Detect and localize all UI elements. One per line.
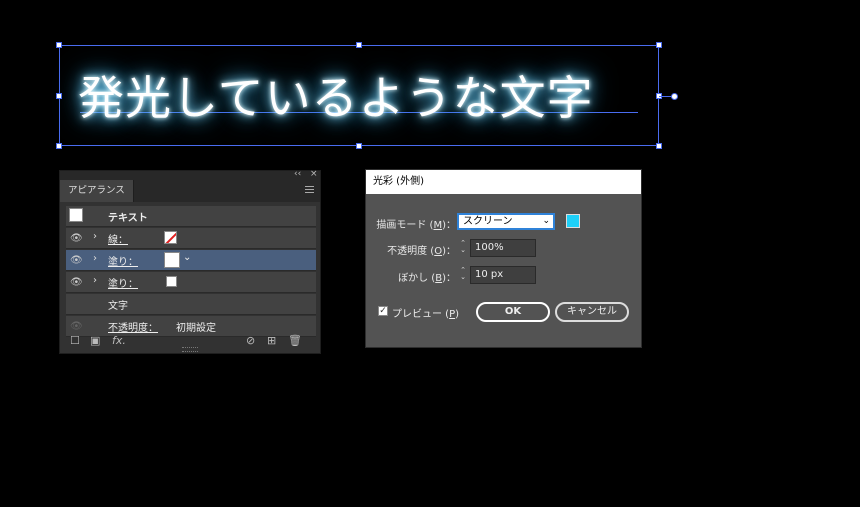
object-thumbnail bbox=[69, 208, 83, 222]
appearance-list: テキスト 👁 › 線： 👁 › 塗り： ⌄ 👁 › 塗り： 文字 👁 不透明度： bbox=[66, 206, 316, 338]
expand-arrow-icon[interactable]: › bbox=[93, 253, 97, 264]
appearance-row-fill-selected[interactable]: 👁 › 塗り： ⌄ bbox=[66, 250, 316, 271]
preview-checkbox[interactable]: ✓ bbox=[378, 306, 388, 316]
appearance-row-stroke[interactable]: 👁 › 線： bbox=[66, 228, 316, 249]
selection-handle-top-right[interactable] bbox=[656, 42, 662, 48]
fill-white-swatch[interactable] bbox=[166, 276, 177, 287]
characters-label: 文字 bbox=[108, 301, 128, 312]
panel-footer: ☐ ▣ fx. ⊘ ⊞ 🗑 bbox=[60, 329, 320, 353]
blend-mode-select[interactable]: スクリーン ⌄ bbox=[457, 213, 555, 230]
chevron-down-icon: ⌄ bbox=[542, 216, 550, 226]
opacity-label: 不透明度 (O)： bbox=[387, 246, 456, 257]
panel-menu-icon[interactable] bbox=[305, 186, 314, 195]
outer-glow-dialog: 光彩 (外側) 描画モード (M)： スクリーン ⌄ 不透明度 (O)： ⌃ ⌄ … bbox=[365, 169, 642, 348]
selection-handle-top-center[interactable] bbox=[356, 42, 362, 48]
cancel-button[interactable]: キャンセル bbox=[555, 302, 629, 322]
blur-label: ぼかし (B)： bbox=[398, 273, 456, 284]
object-label: テキスト bbox=[108, 213, 148, 224]
collapse-icon[interactable]: ‹‹ bbox=[294, 169, 301, 179]
tab-appearance[interactable]: アピアランス bbox=[60, 180, 134, 202]
opacity-stepper-icon[interactable]: ⌃ ⌄ bbox=[458, 240, 468, 257]
panel-header: ‹‹ × bbox=[60, 169, 320, 180]
expand-arrow-icon[interactable]: › bbox=[93, 275, 97, 286]
visibility-eye-icon[interactable]: 👁 bbox=[70, 277, 83, 288]
fill-label[interactable]: 塗り： bbox=[108, 253, 138, 268]
stroke-label[interactable]: 線： bbox=[108, 231, 128, 246]
dialog-title: 光彩 (外側) bbox=[366, 170, 641, 194]
resize-grip-icon[interactable] bbox=[182, 347, 198, 352]
expand-arrow-icon[interactable]: › bbox=[93, 231, 97, 242]
duplicate-item-icon[interactable]: ⊞ bbox=[267, 335, 276, 346]
selection-handle-bottom-left[interactable] bbox=[56, 143, 62, 149]
visibility-eye-icon[interactable]: 👁 bbox=[70, 255, 83, 266]
fx-icon[interactable]: fx. bbox=[112, 335, 126, 346]
stroke-none-swatch[interactable] bbox=[164, 231, 177, 244]
delete-icon[interactable]: 🗑 bbox=[288, 335, 302, 346]
blur-stepper-icon[interactable]: ⌃ ⌄ bbox=[458, 267, 468, 284]
fill-white-swatch[interactable] bbox=[164, 252, 180, 268]
appearance-panel: ‹‹ × アピアランス テキスト 👁 › 線： 👁 › 塗り： ⌄ 👁 › 塗り… bbox=[59, 169, 321, 354]
glow-color-swatch[interactable] bbox=[566, 214, 580, 228]
blur-input[interactable]: 10 px bbox=[470, 266, 536, 284]
clear-appearance-icon[interactable]: ⊘ bbox=[246, 335, 255, 346]
ok-button[interactable]: OK bbox=[476, 302, 550, 322]
visibility-eye-icon[interactable]: 👁 bbox=[70, 233, 83, 244]
fill-label[interactable]: 塗り： bbox=[108, 275, 138, 290]
selection-handle-top-left[interactable] bbox=[56, 42, 62, 48]
preview-label[interactable]: プレビュー (P) bbox=[392, 305, 459, 320]
appearance-row-characters[interactable]: 文字 bbox=[66, 294, 316, 315]
selection-handle-bottom-center[interactable] bbox=[356, 143, 362, 149]
appearance-row-fill[interactable]: 👁 › 塗り： bbox=[66, 272, 316, 293]
opacity-input[interactable]: 100% bbox=[470, 239, 536, 257]
selection-handle-middle-left[interactable] bbox=[56, 93, 62, 99]
chevron-down-icon[interactable]: ⌄ bbox=[183, 252, 191, 263]
add-fill-icon[interactable]: ▣ bbox=[90, 335, 100, 346]
selection-handle-bottom-right[interactable] bbox=[656, 143, 662, 149]
glowing-text[interactable]: 発光しているような文字 bbox=[78, 62, 648, 128]
panel-tabbar: アピアランス bbox=[60, 180, 320, 202]
mode-label: 描画モード (M)： bbox=[376, 220, 456, 231]
add-stroke-icon[interactable]: ☐ bbox=[70, 335, 80, 346]
close-icon[interactable]: × bbox=[310, 169, 318, 179]
appearance-row-object[interactable]: テキスト bbox=[66, 206, 316, 227]
text-anchor-handle[interactable] bbox=[671, 93, 678, 100]
